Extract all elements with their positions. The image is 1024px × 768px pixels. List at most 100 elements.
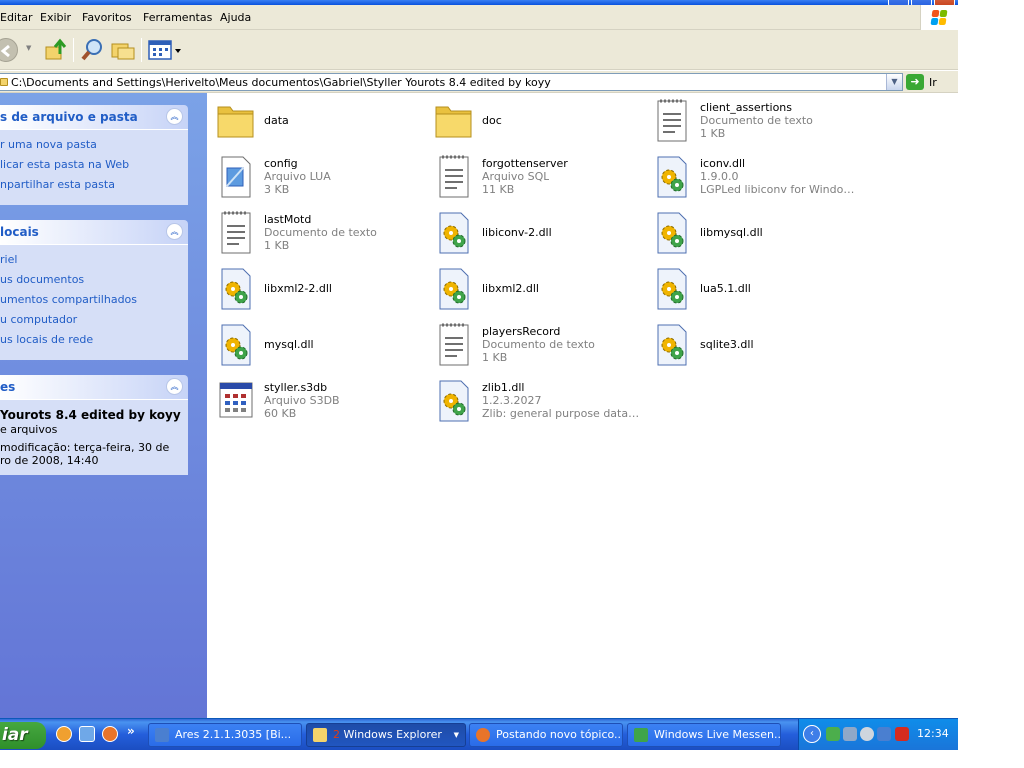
place-gabriel[interactable]: riel [0,253,17,266]
file-item[interactable]: zlib1.dll 1.2.3.2027 Zlib: general purpose… [425,377,641,429]
file-name: styller.s3db [264,381,328,394]
start-button[interactable]: iar [0,722,46,749]
place-my-computer[interactable]: u computador [0,313,77,326]
file-item[interactable]: doc [425,97,641,149]
search-icon[interactable] [80,38,104,62]
toolbar: ▼ [0,30,958,70]
views-icon[interactable] [148,39,182,61]
dll-icon [651,321,693,367]
volume-icon[interactable] [860,727,874,741]
chevron-up-icon[interactable]: ︽ [166,378,183,395]
file-item[interactable]: config Arquivo LUA 3 KB [207,153,423,205]
messenger-icon [634,728,648,742]
task-new-folder[interactable]: r uma nova pasta [0,138,97,151]
task-publish-web[interactable]: licar esta pasta na Web [0,158,129,171]
file-item[interactable]: libxml2.dll [425,265,641,317]
menu-ferramentas[interactable]: Ferramentas [143,11,212,24]
network-icon[interactable] [826,727,840,741]
file-item[interactable]: libiconv-2.dll [425,209,641,261]
group-title: es [0,380,16,394]
file-name: mysql.dll [264,338,314,351]
file-name: libxml2.dll [482,282,539,295]
task-label: Windows Explorer [343,728,442,741]
file-name: lastMotd [264,213,312,226]
dll-icon [433,377,475,423]
back-icon[interactable] [0,38,18,62]
lua-icon [215,153,257,199]
place-my-documents[interactable]: us documentos [0,273,84,286]
task-label: Ares 2.1.1.3035 [Bi... [175,728,292,741]
menu-ajuda[interactable]: Ajuda [220,11,251,24]
group-title: locais [0,225,39,239]
file-item[interactable]: iconv.dll 1.9.0.0 LGPLed libiconv for Wind… [643,153,859,205]
address-path[interactable]: C:\Documents and Settings\Herivelto\Meus… [11,76,551,89]
chevron-up-icon[interactable]: ︽ [166,223,183,240]
file-size: 3 KB [264,183,290,196]
text-icon [215,209,257,255]
go-arrow-icon[interactable]: ➜ [906,74,924,90]
avast-icon[interactable] [56,726,72,742]
menu-exibir[interactable]: Exibir [40,11,71,24]
place-network[interactable]: us locais de rede [0,333,93,346]
computer-icon[interactable] [843,727,857,741]
group-dropdown-icon[interactable]: ▼ [454,724,459,746]
file-item[interactable]: data [207,97,423,149]
dll-icon [215,265,257,311]
up-folder-icon[interactable] [44,38,68,62]
file-item[interactable]: libxml2-2.dll [207,265,423,317]
group-header[interactable]: s de arquivo e pasta ︽ [0,105,188,129]
antivirus-icon[interactable] [895,727,909,741]
file-item[interactable]: playersRecord Documento de texto 1 KB [425,321,641,373]
file-type: Arquivo LUA [264,170,331,183]
file-item[interactable]: styller.s3db Arquivo S3DB 60 KB [207,377,423,429]
ares-tray-icon[interactable] [877,727,891,741]
s3db-icon [215,377,257,423]
file-type: Documento de texto [264,226,377,239]
file-type: 1.9.0.0 [700,170,739,183]
quick-launch-icon[interactable] [79,726,95,742]
group-header[interactable]: es ︽ [0,375,188,399]
task-label: Postando novo tópico... [496,728,623,741]
place-shared-documents[interactable]: umentos compartilhados [0,293,137,306]
group-title: s de arquivo e pasta [0,110,138,124]
file-size: 1 KB [482,351,508,364]
file-item[interactable]: libmysql.dll [643,209,859,261]
menu-editar[interactable]: Editar [0,11,33,24]
task-messenger[interactable]: Windows Live Messen... [627,723,781,747]
chevron-down-icon[interactable]: ▼ [886,74,902,90]
file-name: libiconv-2.dll [482,226,552,239]
task-ares[interactable]: Ares 2.1.1.3035 [Bi... [148,723,302,747]
file-folder-tasks-group: s de arquivo e pasta ︽ r uma nova pasta … [0,105,188,205]
folder-icon [0,78,8,86]
chevron-left-icon[interactable]: ‹ [803,725,821,743]
file-item[interactable]: mysql.dll [207,321,423,373]
file-item[interactable]: lua5.1.dll [643,265,859,317]
task-share-folder[interactable]: npartilhar esta pasta [0,178,115,191]
quick-launch-more-icon[interactable]: » [127,724,135,738]
file-item[interactable]: sqlite3.dll [643,321,859,373]
menu-favoritos[interactable]: Favoritos [82,11,132,24]
file-item[interactable]: lastMotd Documento de texto 1 KB [207,209,423,261]
file-size: 60 KB [264,407,297,420]
text-icon [651,97,693,143]
folders-icon[interactable] [110,38,136,62]
ares-icon [155,728,169,742]
firefox-icon[interactable] [102,726,118,742]
group-header[interactable]: locais ︽ [0,220,188,244]
chevron-up-icon[interactable]: ︽ [166,108,183,125]
address-bar: C:\Documents and Settings\Herivelto\Meus… [0,71,958,93]
file-name: doc [482,114,502,127]
task-windows-explorer[interactable]: 2 Windows Explorer ▼ [306,723,466,747]
file-item[interactable]: client_assertions Documento de texto 1 KB [643,97,859,149]
address-input[interactable]: C:\Documents and Settings\Herivelto\Meus… [0,73,903,91]
file-item[interactable]: forgottenserver Arquivo SQL 11 KB [425,153,641,205]
dll-icon [433,209,475,255]
go-button-label[interactable]: Ir [929,76,937,89]
file-list: data doc client_assertions Documento de tex… [207,93,958,718]
group-body: riel us documentos umentos compartilhado… [0,244,188,360]
desktop-screen: Editar Exibir Favoritos Ferramentas Ajud… [0,0,1024,768]
back-dropdown-icon[interactable]: ▼ [26,44,31,52]
file-name: config [264,157,298,170]
task-firefox[interactable]: Postando novo tópico... [469,723,623,747]
windows-logo-icon [920,5,958,30]
